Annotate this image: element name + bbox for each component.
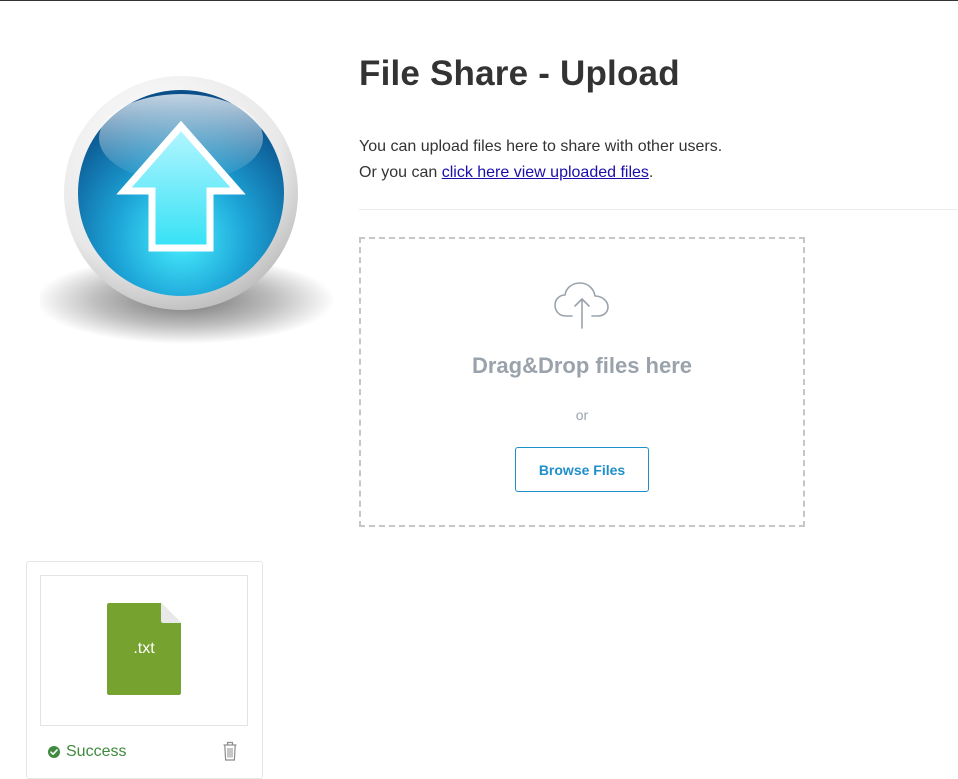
upload-logo-icon: [40, 76, 335, 344]
uploaded-file-card: .txt Success: [26, 561, 263, 779]
upload-status: Success: [48, 743, 126, 761]
intro-line-1: You can upload files here to share with …: [359, 138, 723, 155]
check-circle-icon: [48, 746, 60, 758]
top-border: [0, 0, 958, 1]
page-title: File Share - Upload: [359, 54, 680, 93]
browse-files-button[interactable]: Browse Files: [515, 447, 649, 492]
file-dropzone[interactable]: Drag&Drop files here or Browse Files: [359, 237, 805, 527]
trash-icon[interactable]: [223, 741, 237, 761]
cloud-upload-icon: [554, 282, 609, 329]
file-extension-label: .txt: [133, 640, 155, 657]
intro-prefix: Or you can: [359, 164, 442, 181]
dropzone-or: or: [575, 407, 589, 423]
intro-suffix: .: [648, 164, 654, 181]
header-divider: [359, 209, 958, 210]
intro-text: You can upload files here to share with …: [359, 134, 722, 186]
status-label: Success: [66, 743, 127, 760]
file-preview: .txt: [40, 575, 248, 726]
dropzone-title: Drag&Drop files here: [471, 353, 693, 378]
intro-line-2: Or you can click here view uploaded file…: [359, 160, 722, 186]
view-uploaded-files-link[interactable]: click here view uploaded files: [442, 164, 649, 181]
